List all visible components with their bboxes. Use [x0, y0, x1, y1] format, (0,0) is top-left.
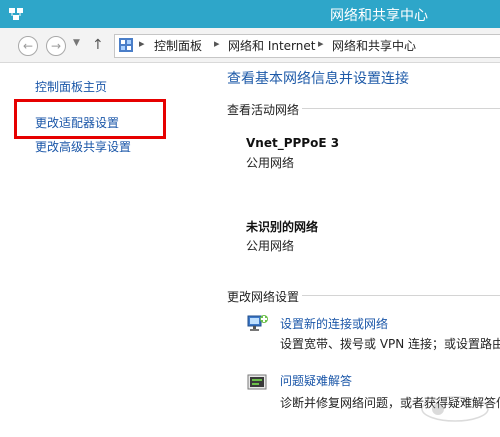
new-connection-icon — [246, 312, 270, 334]
watermark-logo — [420, 394, 490, 424]
network-icon — [8, 6, 24, 22]
breadcrumb-separator[interactable]: ▸ — [318, 37, 324, 50]
divider — [302, 108, 500, 109]
breadcrumb-separator[interactable]: ▸ — [139, 37, 145, 50]
troubleshoot-icon — [246, 372, 270, 394]
page-title: 查看基本网络信息并设置连接 — [227, 71, 409, 87]
history-dropdown-icon[interactable]: ▼ — [73, 38, 80, 48]
breadcrumb-network-sharing-center[interactable]: 网络和共享中心 — [332, 37, 416, 54]
network-type[interactable]: 公用网络 — [246, 237, 294, 254]
breadcrumb-control-panel[interactable]: 控制面板 — [154, 37, 202, 54]
sidebar-item-control-panel-home[interactable]: 控制面板主页 — [35, 78, 107, 95]
window-title: 网络和共享中心 — [330, 8, 428, 24]
troubleshoot-link[interactable]: 问题疑难解答 — [280, 372, 352, 389]
breadcrumb-network-internet[interactable]: 网络和 Internet — [228, 37, 315, 54]
up-arrow-icon[interactable]: ↑ — [92, 37, 104, 53]
divider — [302, 295, 500, 296]
network-type[interactable]: 公用网络 — [246, 154, 294, 171]
breadcrumb-separator[interactable]: ▸ — [214, 37, 220, 50]
network-name: 未识别的网络 — [246, 220, 319, 234]
setup-new-connection-link[interactable]: 设置新的连接或网络 — [280, 315, 388, 332]
back-arrow-icon[interactable]: ← — [18, 36, 38, 56]
control-panel-icon — [118, 37, 134, 53]
sidebar-item-change-advanced-sharing[interactable]: 更改高级共享设置 — [35, 138, 131, 155]
task-description: 设置宽带、拨号或 VPN 连接；或设置路由 — [280, 337, 500, 351]
forward-arrow-icon[interactable]: → — [46, 36, 66, 56]
active-networks-heading: 查看活动网络 — [227, 103, 300, 117]
sidebar-item-change-adapter-settings[interactable]: 更改适配器设置 — [35, 114, 119, 131]
network-name: Vnet_PPPoE 3 — [246, 136, 340, 150]
change-settings-heading: 更改网络设置 — [227, 290, 300, 304]
